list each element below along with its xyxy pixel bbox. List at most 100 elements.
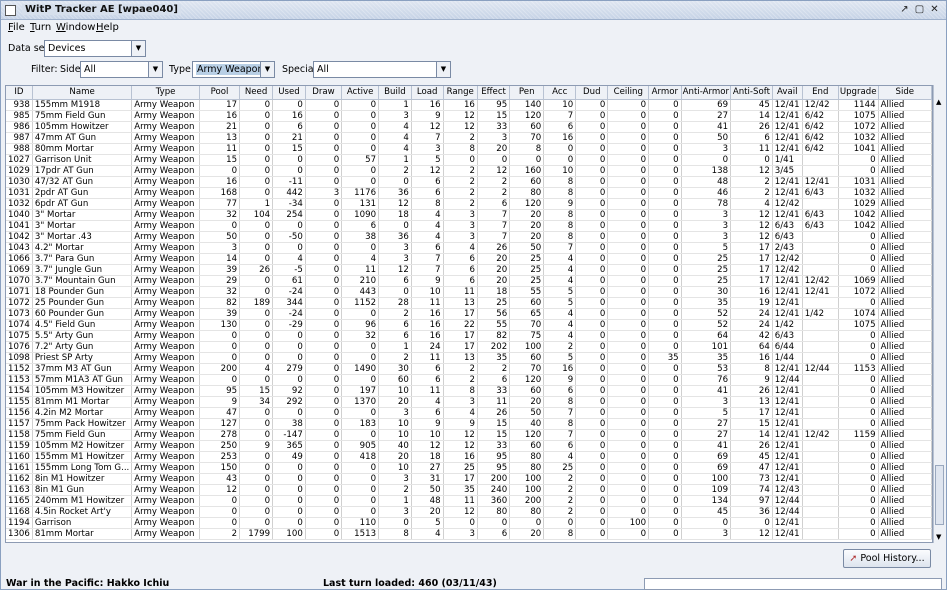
table-cell: 3	[378, 506, 412, 518]
table-row[interactable]: 1031 2pdr AT Gun Army Weapon 168 0 442 3 1176 36…	[6, 187, 932, 199]
table-row[interactable]: 1073 60 Pounder Gun Army Weapon 39 0 -24 0 0 2 16…	[6, 308, 932, 320]
table-cell: 77	[199, 198, 241, 210]
table-row[interactable]: 1076 7.2" Arty Gun Army Weapon 0 0 0 0 0 1 24 17 20…	[6, 341, 932, 353]
menu-turn[interactable]: Turn	[30, 22, 51, 33]
title-bar[interactable]: WitP Tracker AE [wpae040] ↗ ▢ ✕	[1, 1, 946, 20]
devices-table-container[interactable]: ID Name Type Pool Need Used Draw Active Build Loa…	[5, 85, 933, 543]
table-cell: 0	[272, 484, 306, 496]
table-row[interactable]: 1032 6pdr AT Gun Army Weapon 77 1 -34 0 131 12 8 2…	[6, 198, 932, 210]
table-row[interactable]: 1069 3.7" Jungle Gun Army Weapon 39 26 -5 0 11 1…	[6, 264, 932, 276]
column-header[interactable]: Type	[131, 86, 200, 100]
table-row[interactable]: 1027 Garrison Unit Army Weapon 15 0 0 0 57 1 5 0 0 0…	[6, 154, 932, 166]
table-row[interactable]: 1168 4.5in Rocket Art'y Army Weapon 0 0 0 0 0 3 2…	[6, 506, 932, 518]
scroll-up-icon[interactable]: ▲	[936, 98, 941, 106]
scroll-down-icon[interactable]: ▼	[936, 533, 941, 541]
column-header[interactable]: Draw	[305, 86, 343, 100]
table-row[interactable]: 1153 57mm M1A3 AT Gun Army Weapon 0 0 0 0 0 60 6 2…	[6, 374, 932, 386]
vertical-scrollbar[interactable]: ▲ ▼	[933, 85, 945, 543]
table-row[interactable]: 1160 155mm M1 Howitzer Army Weapon 253 0 49 0 4…	[6, 451, 932, 463]
menu-help[interactable]: Help	[96, 22, 119, 33]
table-row[interactable]: 1165 240mm M1 Howitzer Army Weapon 0 0 0 0 0 1 48…	[6, 495, 932, 507]
special-select[interactable]: All ▼	[313, 61, 451, 78]
column-header[interactable]: Avail	[772, 86, 803, 100]
table-row[interactable]: 1030 47/32 AT Gun Army Weapon 16 0 -11 0 0 0 6 2 2 6…	[6, 176, 932, 188]
column-header[interactable]: Side	[878, 86, 932, 100]
table-cell: 7	[477, 209, 511, 221]
table-cell: 12/42	[802, 429, 839, 441]
table-row[interactable]: 1029 17pdr AT Gun Army Weapon 0 0 0 0 0 2 12 2 12 16…	[6, 165, 932, 177]
table-row[interactable]: 1071 18 Pounder Gun Army Weapon 32 0 -24 0 443 0…	[6, 286, 932, 298]
table-row[interactable]: 1041 3" Mortar Army Weapon 0 0 0 0 6 0 4 3 7 20 8 0 0 0 3…	[6, 220, 932, 232]
column-header[interactable]: Range	[443, 86, 478, 100]
column-header[interactable]: End	[802, 86, 839, 100]
table-row[interactable]: 1040 3" Mortar Army Weapon 32 104 254 0 1090 18 4…	[6, 209, 932, 221]
table-cell: 189	[239, 297, 274, 309]
column-header[interactable]: Build	[378, 86, 412, 100]
pool-history-button[interactable]: ➚ Pool History...	[843, 549, 931, 568]
column-header[interactable]: Used	[272, 86, 306, 100]
side-select[interactable]: All ▼	[80, 61, 163, 78]
close-icon[interactable]: ✕	[928, 4, 941, 17]
table-row[interactable]: 1157 75mm Pack Howitzer Army Weapon 127 0 38 0…	[6, 418, 932, 430]
table-row[interactable]: 1072 25 Pounder Gun Army Weapon 82 189 344 0 11…	[6, 297, 932, 309]
table-cell: 39	[199, 308, 241, 320]
table-row[interactable]: 1155 81mm M1 Mortar Army Weapon 9 34 292 0 1370…	[6, 396, 932, 408]
table-row[interactable]: 1070 3.7" Mountain Gun Army Weapon 29 0 61 0 21…	[6, 275, 932, 287]
maximize-icon[interactable]: ▢	[913, 4, 926, 17]
column-header[interactable]: Ceiling	[607, 86, 650, 100]
table-cell: 14	[730, 110, 773, 122]
table-row[interactable]: 987 47mm AT Gun Army Weapon 13 0 21 0 0 4 7 2 3 70 16…	[6, 132, 932, 144]
table-cell: 0	[648, 407, 682, 419]
column-header[interactable]: Effect	[477, 86, 511, 100]
column-header[interactable]: Name	[32, 86, 133, 100]
table-row[interactable]: 1194 Garrison Army Weapon 0 0 0 0 110 0 5 0 0 0 0 0 100…	[6, 517, 932, 529]
table-row[interactable]: 1156 4.2in M2 Mortar Army Weapon 47 0 0 0 0 3 6 4 2…	[6, 407, 932, 419]
table-row[interactable]: 1066 3.7" Para Gun Army Weapon 14 0 4 0 4 3 7 6 20 2…	[6, 253, 932, 265]
table-row[interactable]: 1163 8in M1 Gun Army Weapon 12 0 0 0 0 2 50 35 240 1…	[6, 484, 932, 496]
column-header[interactable]: Dud	[575, 86, 609, 100]
table-row[interactable]: 988 80mm Mortar Army Weapon 11 0 15 0 0 4 3 8 20 8 0 0…	[6, 143, 932, 155]
table-cell: 0	[272, 374, 306, 386]
table-cell: 50	[411, 484, 444, 496]
column-header[interactable]: Pen	[509, 86, 545, 100]
table-row[interactable]: 1098 Priest SP Arty Army Weapon 0 0 0 0 0 2 11 13 3…	[6, 352, 932, 364]
iconify-icon[interactable]: ↗	[898, 4, 911, 17]
column-header[interactable]: Anti-Soft	[730, 86, 773, 100]
table-cell: 18	[378, 209, 412, 221]
table-row[interactable]: 1042 3" Mortar .43 Army Weapon 50 0 -50 0 38 36 4…	[6, 231, 932, 243]
scroll-thumb[interactable]	[935, 465, 944, 525]
column-header[interactable]: Armor	[648, 86, 682, 100]
table-cell: 52	[681, 319, 732, 331]
table-row[interactable]: 985 75mm Field Gun Army Weapon 16 0 16 0 0 3 9 12 1…	[6, 110, 932, 122]
table-row[interactable]: 1074 4.5" Field Gun Army Weapon 130 0 -29 0 96 6…	[6, 319, 932, 331]
table-cell: 0	[305, 121, 343, 133]
table-row[interactable]: 1158 75mm Field Gun Army Weapon 278 0 -147 0 0 1…	[6, 429, 932, 441]
column-header[interactable]: Acc	[543, 86, 577, 100]
column-header[interactable]: Need	[239, 86, 274, 100]
table-row[interactable]: 1043 4.2" Mortar Army Weapon 3 0 0 0 0 3 6 4 26 50 7 0…	[6, 242, 932, 254]
menu-window[interactable]: Window	[56, 22, 95, 33]
table-row[interactable]: 986 105mm Howitzer Army Weapon 21 0 6 0 0 4 12 12 3…	[6, 121, 932, 133]
table-row[interactable]: 1159 105mm M2 Howitzer Army Weapon 250 9 365 0…	[6, 440, 932, 452]
table-cell: 985	[6, 110, 33, 122]
table-row[interactable]: 1154 105mm M3 Howitzer Army Weapon 95 15 92 0 1…	[6, 385, 932, 397]
table-row[interactable]: 1162 8in M1 Howitzer Army Weapon 43 0 0 0 0 3 31 1…	[6, 473, 932, 485]
column-header[interactable]: Upgrade	[838, 86, 879, 100]
table-row[interactable]: 1075 5.5" Arty Gun Army Weapon 0 0 0 0 32 6 16 17 8…	[6, 330, 932, 342]
table-row[interactable]: 1161 155mm Long Tom G... Army Weapon 150 0 0 0…	[6, 462, 932, 474]
column-header[interactable]: ID	[6, 86, 33, 100]
column-header[interactable]: Load	[411, 86, 444, 100]
table-row[interactable]: 1306 81mm Mortar Army Weapon 2 1799 100 0 1513 8…	[6, 528, 932, 540]
table-row[interactable]: 938 155mm M1918 Army Weapon 17 0 0 0 0 1 16 16 95 14…	[6, 99, 932, 111]
dataset-select[interactable]: Devices ▼	[44, 40, 146, 57]
table-row[interactable]: 1152 37mm M3 AT Gun Army Weapon 200 4 279 0 149…	[6, 363, 932, 375]
type-select[interactable]: Army Weapon ▼	[192, 61, 275, 78]
menu-file[interactable]: File	[8, 22, 25, 33]
column-header[interactable]: Anti-Armor	[681, 86, 732, 100]
column-header[interactable]: Active	[341, 86, 380, 100]
table-cell: Army Weapon	[131, 363, 200, 375]
table-cell: 0	[838, 297, 879, 309]
column-header[interactable]: Pool	[199, 86, 241, 100]
table-cell: 1	[378, 154, 412, 166]
table-cell: 12	[378, 264, 412, 276]
